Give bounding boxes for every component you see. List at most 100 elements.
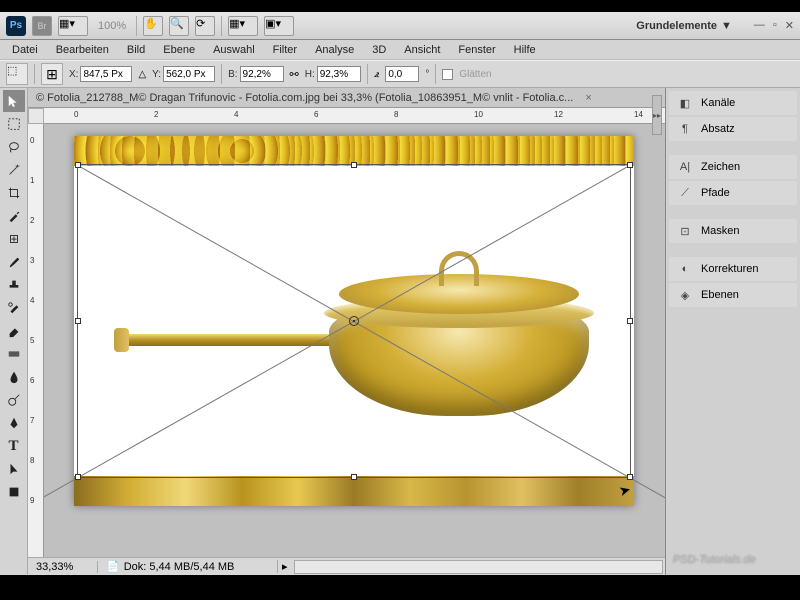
- view-extras-button[interactable]: ▦▾: [58, 16, 88, 36]
- masks-icon: ⊡: [677, 224, 693, 238]
- eraser-tool[interactable]: [3, 320, 25, 342]
- document-workspace: 0123456789: [28, 124, 665, 557]
- stamp-tool[interactable]: [3, 274, 25, 296]
- panel-channels[interactable]: ◧Kanäle: [669, 91, 797, 115]
- move-tool[interactable]: [3, 90, 25, 112]
- menu-bearbeiten[interactable]: Bearbeiten: [48, 42, 117, 58]
- maximize-button[interactable]: ▫: [773, 19, 777, 32]
- status-bar: 33,33% 📄Dok: 5,44 MB/5,44 MB ▸: [28, 557, 665, 575]
- menu-bild[interactable]: Bild: [119, 42, 153, 58]
- canvas[interactable]: [74, 136, 634, 506]
- arrange-button[interactable]: ▦▾: [228, 16, 258, 36]
- chevron-down-icon: ▼: [721, 20, 732, 32]
- menu-auswahl[interactable]: Auswahl: [205, 42, 263, 58]
- panel-paths[interactable]: ⟋Pfade: [669, 181, 797, 205]
- panel-label: Ebenen: [701, 289, 739, 301]
- menu-fenster[interactable]: Fenster: [450, 42, 503, 58]
- angle-icon: ⦨: [374, 69, 380, 80]
- close-button[interactable]: ✕: [785, 19, 794, 32]
- eyedropper-tool[interactable]: [3, 205, 25, 227]
- character-icon: A|: [677, 160, 693, 174]
- ruler-origin[interactable]: [28, 108, 44, 124]
- main-area: T © Fotolia_212788_M© Dragan Trifunovic …: [0, 88, 800, 575]
- menu-filter[interactable]: Filter: [265, 42, 305, 58]
- transform-tool-icon[interactable]: ⬚: [6, 63, 28, 85]
- canvas-viewport[interactable]: ➤: [44, 124, 665, 557]
- gradient-tool[interactable]: [3, 343, 25, 365]
- minimize-button[interactable]: —: [754, 19, 765, 32]
- document-tab-title: © Fotolia_212788_M© Dragan Trifunovic - …: [36, 92, 573, 104]
- panel-collapse-button[interactable]: ▸▸: [652, 95, 662, 135]
- status-zoom[interactable]: 33,33%: [28, 561, 98, 573]
- panel-character[interactable]: A|Zeichen: [669, 155, 797, 179]
- pan-lid-handle: [439, 251, 479, 286]
- panel-layers[interactable]: ◈ Ebenen: [669, 283, 797, 307]
- image-ornate-border-bottom: [74, 476, 634, 506]
- menu-analyse[interactable]: Analyse: [307, 42, 362, 58]
- pan-handle-end: [114, 328, 129, 352]
- zoom-tool-button[interactable]: 🔍: [169, 16, 189, 36]
- menu-ebene[interactable]: Ebene: [155, 42, 203, 58]
- panel-paragraph[interactable]: ¶Absatz: [669, 117, 797, 141]
- x-label: X:: [69, 69, 78, 80]
- horizontal-ruler[interactable]: 02468101214: [44, 108, 665, 124]
- healing-tool[interactable]: [3, 228, 25, 250]
- menu-3d[interactable]: 3D: [364, 42, 394, 58]
- width-input[interactable]: [240, 66, 284, 82]
- panel-label: Korrekturen: [701, 263, 758, 275]
- dodge-tool[interactable]: [3, 389, 25, 411]
- crop-tool[interactable]: [3, 182, 25, 204]
- status-chevron-icon[interactable]: ▸: [278, 560, 292, 573]
- smooth-checkbox[interactable]: [442, 69, 453, 80]
- application-window: Ps Br ▦▾ 100% ✋ 🔍 ⟳ ▦▾ ▣▾ Grundelemente …: [0, 12, 800, 575]
- tab-close-button[interactable]: ×: [585, 92, 591, 104]
- status-doc-info[interactable]: 📄Dok: 5,44 MB/5,44 MB: [98, 560, 278, 573]
- type-tool[interactable]: T: [3, 435, 25, 457]
- delta-icon[interactable]: △: [138, 69, 146, 80]
- channels-icon: ◧: [677, 96, 693, 110]
- bridge-button[interactable]: Br: [32, 16, 52, 36]
- panel-adjustments[interactable]: ◐Korrekturen: [669, 257, 797, 281]
- screen-mode-button[interactable]: ▣▾: [264, 16, 294, 36]
- reference-point-icon[interactable]: ⊞: [41, 63, 63, 85]
- vertical-ruler[interactable]: 0123456789: [28, 124, 44, 557]
- history-brush-tool[interactable]: [3, 297, 25, 319]
- image-golden-pan: [119, 256, 589, 436]
- layers-icon: ◈: [677, 288, 693, 302]
- blur-tool[interactable]: [3, 366, 25, 388]
- menu-hilfe[interactable]: Hilfe: [506, 42, 544, 58]
- wand-tool[interactable]: [3, 159, 25, 181]
- brush-tool[interactable]: [3, 251, 25, 273]
- menu-datei[interactable]: Datei: [4, 42, 46, 58]
- zoom-level[interactable]: 100%: [94, 20, 130, 32]
- panel-masks[interactable]: ⊡ Masken: [669, 219, 797, 243]
- document-tab-bar: © Fotolia_212788_M© Dragan Trifunovic - …: [28, 88, 665, 108]
- height-label: H:: [305, 69, 315, 80]
- horizontal-scrollbar[interactable]: [294, 560, 663, 574]
- x-input[interactable]: [80, 66, 132, 82]
- lasso-tool[interactable]: [3, 136, 25, 158]
- link-icon[interactable]: ⚯: [290, 68, 299, 81]
- rotate-view-button[interactable]: ⟳: [195, 16, 215, 36]
- height-input[interactable]: [317, 66, 361, 82]
- document-tab[interactable]: © Fotolia_212788_M© Dragan Trifunovic - …: [28, 90, 581, 106]
- angle-input[interactable]: [385, 66, 419, 82]
- pan-handle: [119, 334, 349, 346]
- angle-unit: °: [425, 69, 429, 80]
- menu-ansicht[interactable]: Ansicht: [396, 42, 448, 58]
- smooth-label: Glätten: [459, 69, 491, 80]
- transform-handle-mr[interactable]: [627, 318, 633, 324]
- document-container: © Fotolia_212788_M© Dragan Trifunovic - …: [28, 88, 665, 575]
- workspace-switcher[interactable]: Grundelemente ▼: [628, 20, 740, 32]
- workspace-label: Grundelemente: [636, 20, 717, 32]
- path-select-tool[interactable]: [3, 458, 25, 480]
- transform-handle-ml[interactable]: [75, 318, 81, 324]
- pen-tool[interactable]: [3, 412, 25, 434]
- y-input[interactable]: [163, 66, 215, 82]
- watermark: PSD-Tutorials.de: [672, 553, 755, 565]
- marquee-tool[interactable]: [3, 113, 25, 135]
- hand-tool-button[interactable]: ✋: [143, 16, 163, 36]
- panel-label: Absatz: [701, 123, 735, 135]
- panel-label: Masken: [701, 225, 740, 237]
- shape-tool[interactable]: [3, 481, 25, 503]
